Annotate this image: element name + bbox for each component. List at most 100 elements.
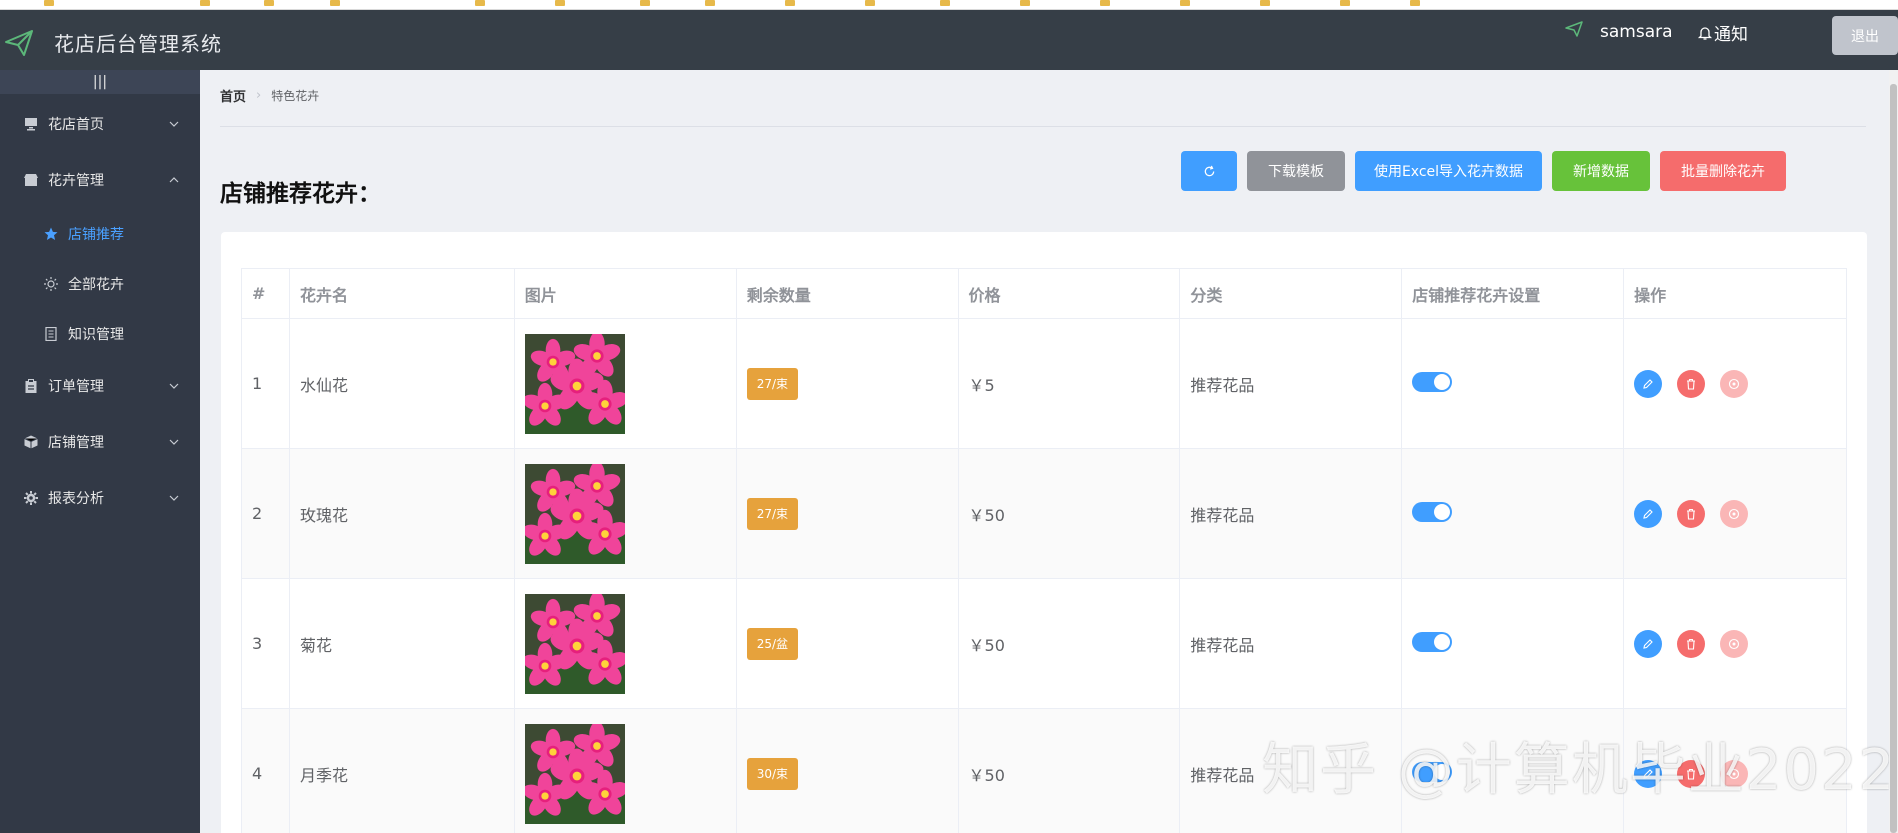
gear-icon [24, 491, 38, 505]
bookmark-folder-icon[interactable] [330, 0, 340, 6]
sidebar-item-label: 报表分析 [48, 491, 104, 507]
circle-dot-icon [1729, 508, 1740, 519]
column-header[interactable]: 剩余数量 [735, 268, 959, 319]
edit-icon [1643, 508, 1653, 519]
clipboard-icon [25, 379, 37, 393]
recommend-toggle[interactable] [1412, 371, 1453, 392]
chevron-down-icon [169, 495, 179, 501]
sidebar-subitem-knowledge[interactable]: 知识管理 [0, 314, 200, 354]
trash-icon [1687, 508, 1696, 520]
scrollbar-thumb[interactable] [1890, 84, 1897, 833]
bookmark-folder-icon[interactable] [1100, 0, 1110, 6]
price: ￥50 [957, 448, 1181, 579]
batch-delete-button[interactable]: 批量删除花卉 [1660, 151, 1786, 191]
document-icon [45, 327, 57, 341]
add-data-button[interactable]: 新增数据 [1552, 151, 1650, 191]
excel-import-button[interactable]: 使用Excel导入花卉数据 [1355, 151, 1542, 191]
chevron-up-icon [169, 177, 179, 183]
column-header[interactable]: # [241, 268, 290, 319]
star-icon [44, 227, 58, 240]
edit-icon [1643, 378, 1653, 389]
sidebar: ||| 花店首页 花卉管理 店铺推荐 全部花卉 知识管理 订单管理 店铺管理 报… [0, 70, 200, 833]
notification-link[interactable]: 通知 [1697, 20, 1748, 45]
column-header[interactable]: 店铺推荐花卉设置 [1401, 268, 1625, 319]
download-template-button[interactable]: 下载模板 [1247, 151, 1345, 191]
column-header[interactable]: 操作 [1623, 268, 1847, 319]
view-button[interactable] [1720, 629, 1749, 658]
column-header[interactable]: 图片 [513, 268, 737, 319]
flower-image[interactable] [525, 724, 625, 824]
edit-button[interactable] [1634, 499, 1663, 528]
price: ￥50 [957, 578, 1181, 709]
bookmark-folder-icon[interactable] [1410, 0, 1420, 6]
sidebar-subitem-label: 店铺推荐 [68, 227, 124, 243]
delete-button[interactable] [1677, 499, 1706, 528]
flower-name: 菊花 [288, 578, 515, 709]
box-icon [24, 435, 38, 449]
monitor-icon [25, 118, 37, 131]
sidebar-item-label: 花卉管理 [48, 173, 104, 189]
bookmark-folder-icon[interactable] [555, 0, 565, 6]
category: 推荐花品 [1179, 578, 1403, 709]
sidebar-collapse-toggle[interactable]: ||| [0, 70, 200, 94]
recommend-toggle[interactable] [1412, 631, 1453, 652]
bookmark-folder-icon[interactable] [44, 0, 54, 6]
category: 推荐花品 [1179, 448, 1403, 579]
sidebar-item-store[interactable]: 店铺管理 [0, 422, 200, 462]
column-header[interactable]: 分类 [1179, 268, 1403, 319]
logout-button[interactable]: 退出 [1832, 16, 1898, 55]
sidebar-item-label: 花店首页 [48, 117, 104, 133]
circle-dot-icon [1729, 378, 1740, 389]
bookmark-folder-icon[interactable] [1260, 0, 1270, 6]
price: ￥5 [957, 318, 1181, 449]
username[interactable]: samsara [1600, 22, 1673, 42]
flower-image[interactable] [525, 594, 625, 694]
sidebar-item-home[interactable]: 花店首页 [0, 104, 200, 144]
price: ￥50 [957, 708, 1181, 833]
table-header-row: # 花卉名 图片 剩余数量 价格 分类 店铺推荐花卉设置 操作 [241, 268, 1847, 319]
refresh-button[interactable] [1181, 151, 1237, 191]
sidebar-item-reports[interactable]: 报表分析 [0, 478, 200, 518]
circle-dot-icon [1729, 638, 1740, 649]
delete-button[interactable] [1677, 369, 1706, 398]
watermark: 知乎 @计算机毕业2022 [1262, 738, 1897, 803]
edit-icon [1643, 638, 1653, 649]
bookmark-folder-icon[interactable] [1340, 0, 1350, 6]
page-scrollbar[interactable] [1889, 70, 1898, 833]
bookmark-folder-icon[interactable] [705, 0, 715, 6]
recommend-toggle[interactable] [1412, 501, 1453, 522]
flower-image[interactable] [525, 464, 625, 564]
sidebar-subitem-shop-recommend[interactable]: 店铺推荐 [0, 214, 200, 254]
bookmark-folder-icon[interactable] [785, 0, 795, 6]
bookmark-folder-icon[interactable] [1020, 0, 1030, 6]
sidebar-subitem-all-flowers[interactable]: 全部花卉 [0, 264, 200, 304]
breadcrumb-home[interactable]: 首页 [220, 86, 246, 105]
delete-button[interactable] [1677, 629, 1706, 658]
bookmark-folder-icon[interactable] [264, 0, 274, 6]
bookmark-folder-icon[interactable] [200, 0, 210, 6]
flower-name: 月季花 [288, 708, 515, 833]
flower-image[interactable] [525, 334, 625, 434]
table-row: 3 菊花 25/盆 ￥50 推荐花品 [241, 578, 1847, 709]
refresh-icon [1204, 165, 1214, 176]
sidebar-item-orders[interactable]: 订单管理 [0, 366, 200, 406]
column-header[interactable]: 花卉名 [288, 268, 515, 319]
page-title: 店铺推荐花卉： [220, 181, 381, 207]
bookmark-folder-icon[interactable] [475, 0, 485, 6]
sidebar-item-label: 店铺管理 [48, 435, 104, 451]
top-header: 花店后台管理系统 samsara 通知 退出 [0, 10, 1898, 70]
view-button[interactable] [1720, 369, 1749, 398]
chevron-down-icon [169, 383, 179, 389]
sidebar-subitem-label: 知识管理 [68, 327, 124, 343]
column-header[interactable]: 价格 [957, 268, 1181, 319]
bookmark-folder-icon[interactable] [640, 0, 650, 6]
view-button[interactable] [1720, 499, 1749, 528]
edit-button[interactable] [1634, 369, 1663, 398]
sidebar-item-flowers[interactable]: 花卉管理 [0, 160, 200, 200]
category: 推荐花品 [1179, 318, 1403, 449]
edit-button[interactable] [1634, 629, 1663, 658]
bookmark-folder-icon[interactable] [1180, 0, 1190, 6]
bookmark-folder-icon[interactable] [940, 0, 950, 6]
bookmark-folder-icon[interactable] [865, 0, 875, 6]
paper-plane-icon [5, 30, 33, 56]
